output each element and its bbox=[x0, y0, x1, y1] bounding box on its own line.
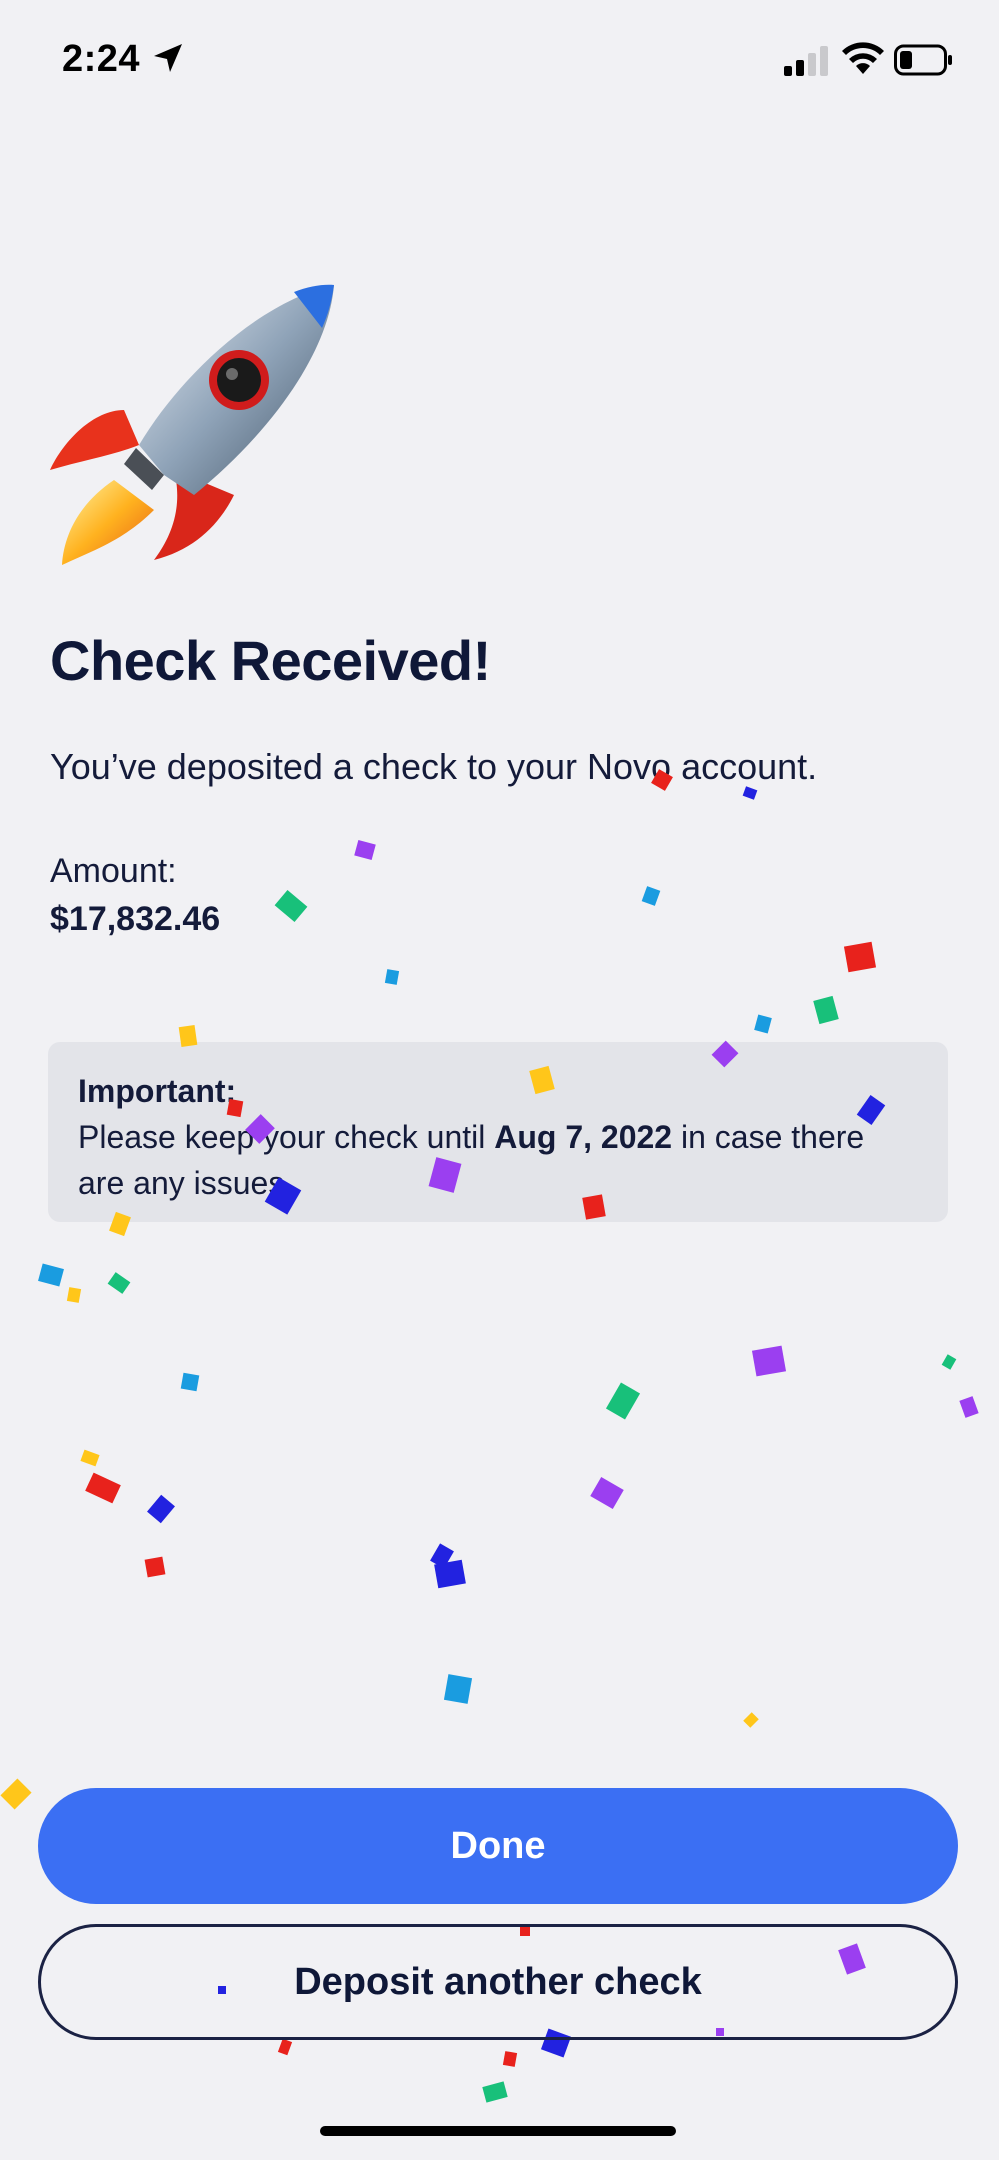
notice-title: Important: bbox=[78, 1073, 237, 1109]
location-arrow-icon bbox=[154, 44, 182, 72]
battery-icon bbox=[894, 44, 952, 76]
amount-value: $17,832.46 bbox=[50, 900, 221, 938]
page-title: Check Received! bbox=[50, 629, 491, 692]
done-button[interactable]: Done bbox=[38, 1788, 958, 1904]
home-indicator bbox=[320, 2126, 676, 2136]
amount-label: Amount: bbox=[50, 852, 177, 890]
important-notice: Important: Please keep your check until … bbox=[48, 1042, 948, 1222]
rocket-icon bbox=[50, 284, 334, 565]
notice-text-before: Please keep your check until bbox=[78, 1119, 495, 1155]
status-time: 2:24 bbox=[62, 38, 141, 80]
hold-until-date: Aug 7, 2022 bbox=[494, 1119, 673, 1155]
wifi-icon bbox=[842, 42, 884, 74]
deposit-message: You’ve deposited a check to your Novo ac… bbox=[50, 746, 818, 787]
notice-body: Please keep your check until Aug 7, 2022… bbox=[78, 1114, 918, 1206]
cellular-signal-icon bbox=[784, 46, 828, 76]
status-bar: 2:24 bbox=[0, 0, 999, 120]
deposit-another-check-button[interactable]: Deposit another check bbox=[38, 1924, 958, 2040]
